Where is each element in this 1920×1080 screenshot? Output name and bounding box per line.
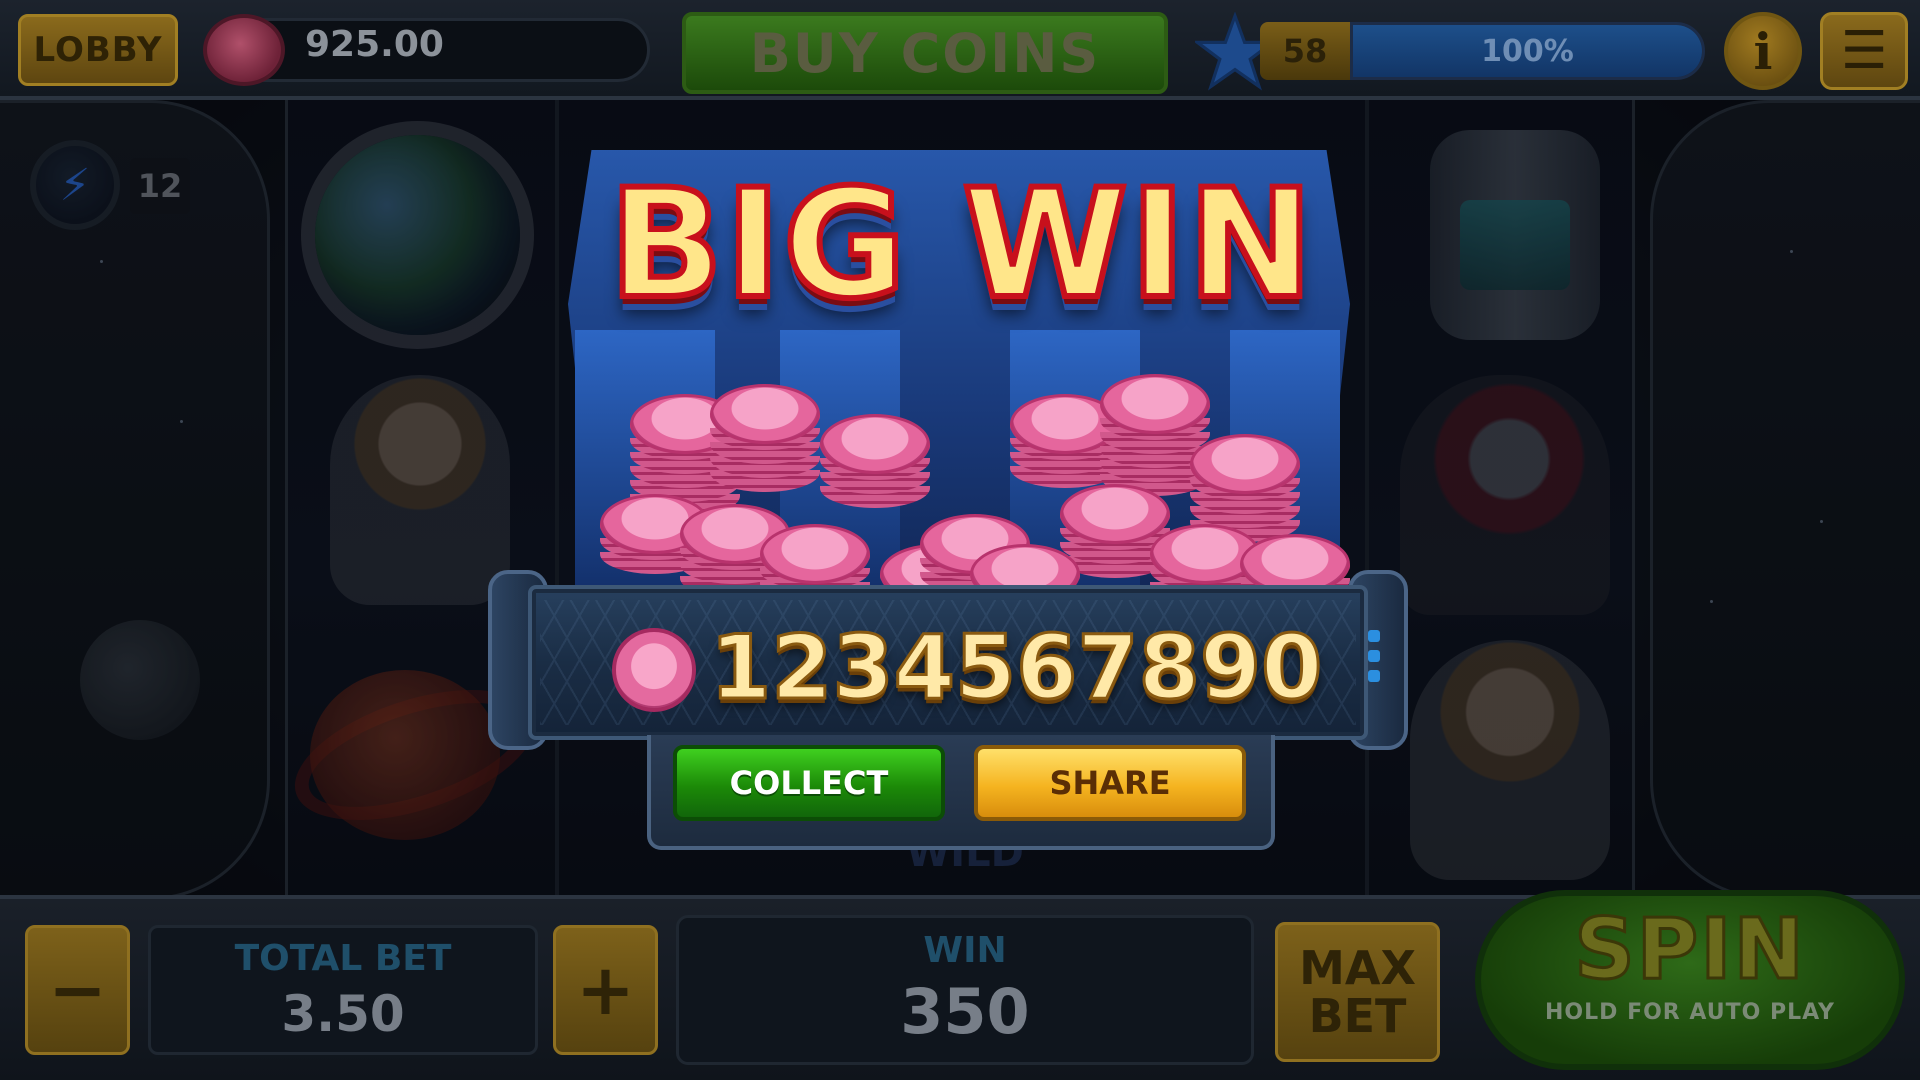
lobby-button[interactable]: LOBBY: [18, 14, 178, 86]
level-value: 58: [1260, 22, 1350, 80]
buy-coins-button[interactable]: BUY COINS: [682, 12, 1168, 94]
coin: [1060, 484, 1170, 544]
indicator-light: [1368, 630, 1380, 642]
big-win-title-text: BIG WIN: [606, 155, 1316, 335]
spin-sub-label: HOLD FOR AUTO PLAY: [1545, 1000, 1835, 1025]
indicator-light: [1368, 650, 1380, 662]
coin-icon: [203, 14, 285, 86]
win-value: 350: [900, 975, 1030, 1048]
coin: [760, 524, 870, 584]
max-bet-button[interactable]: MAX BET: [1275, 922, 1440, 1062]
info-button[interactable]: i: [1724, 12, 1802, 90]
coin: [1100, 374, 1210, 434]
balance-value: 925.00: [305, 24, 444, 65]
increase-bet-button[interactable]: +: [553, 925, 658, 1055]
coin: [1190, 434, 1300, 494]
coin-icon: [612, 628, 696, 712]
spin-label: SPIN: [1573, 899, 1806, 1000]
coin-pile: [590, 360, 1350, 610]
coin: [710, 384, 820, 444]
win-amount-value: 1234567890: [708, 614, 1323, 720]
big-win-title: BIG WIN: [572, 150, 1352, 340]
menu-button[interactable]: ☰: [1820, 12, 1908, 90]
collect-button[interactable]: COLLECT: [673, 745, 945, 821]
decrease-bet-button[interactable]: −: [25, 925, 130, 1055]
indicator-light: [1368, 670, 1380, 682]
coin: [820, 414, 930, 474]
total-bet-label: TOTAL BET: [234, 938, 452, 979]
win-label: WIN: [923, 930, 1007, 971]
xp-progress-label: 100%: [1481, 33, 1574, 69]
share-button[interactable]: SHARE: [974, 745, 1246, 821]
total-bet-value: 3.50: [281, 985, 405, 1043]
